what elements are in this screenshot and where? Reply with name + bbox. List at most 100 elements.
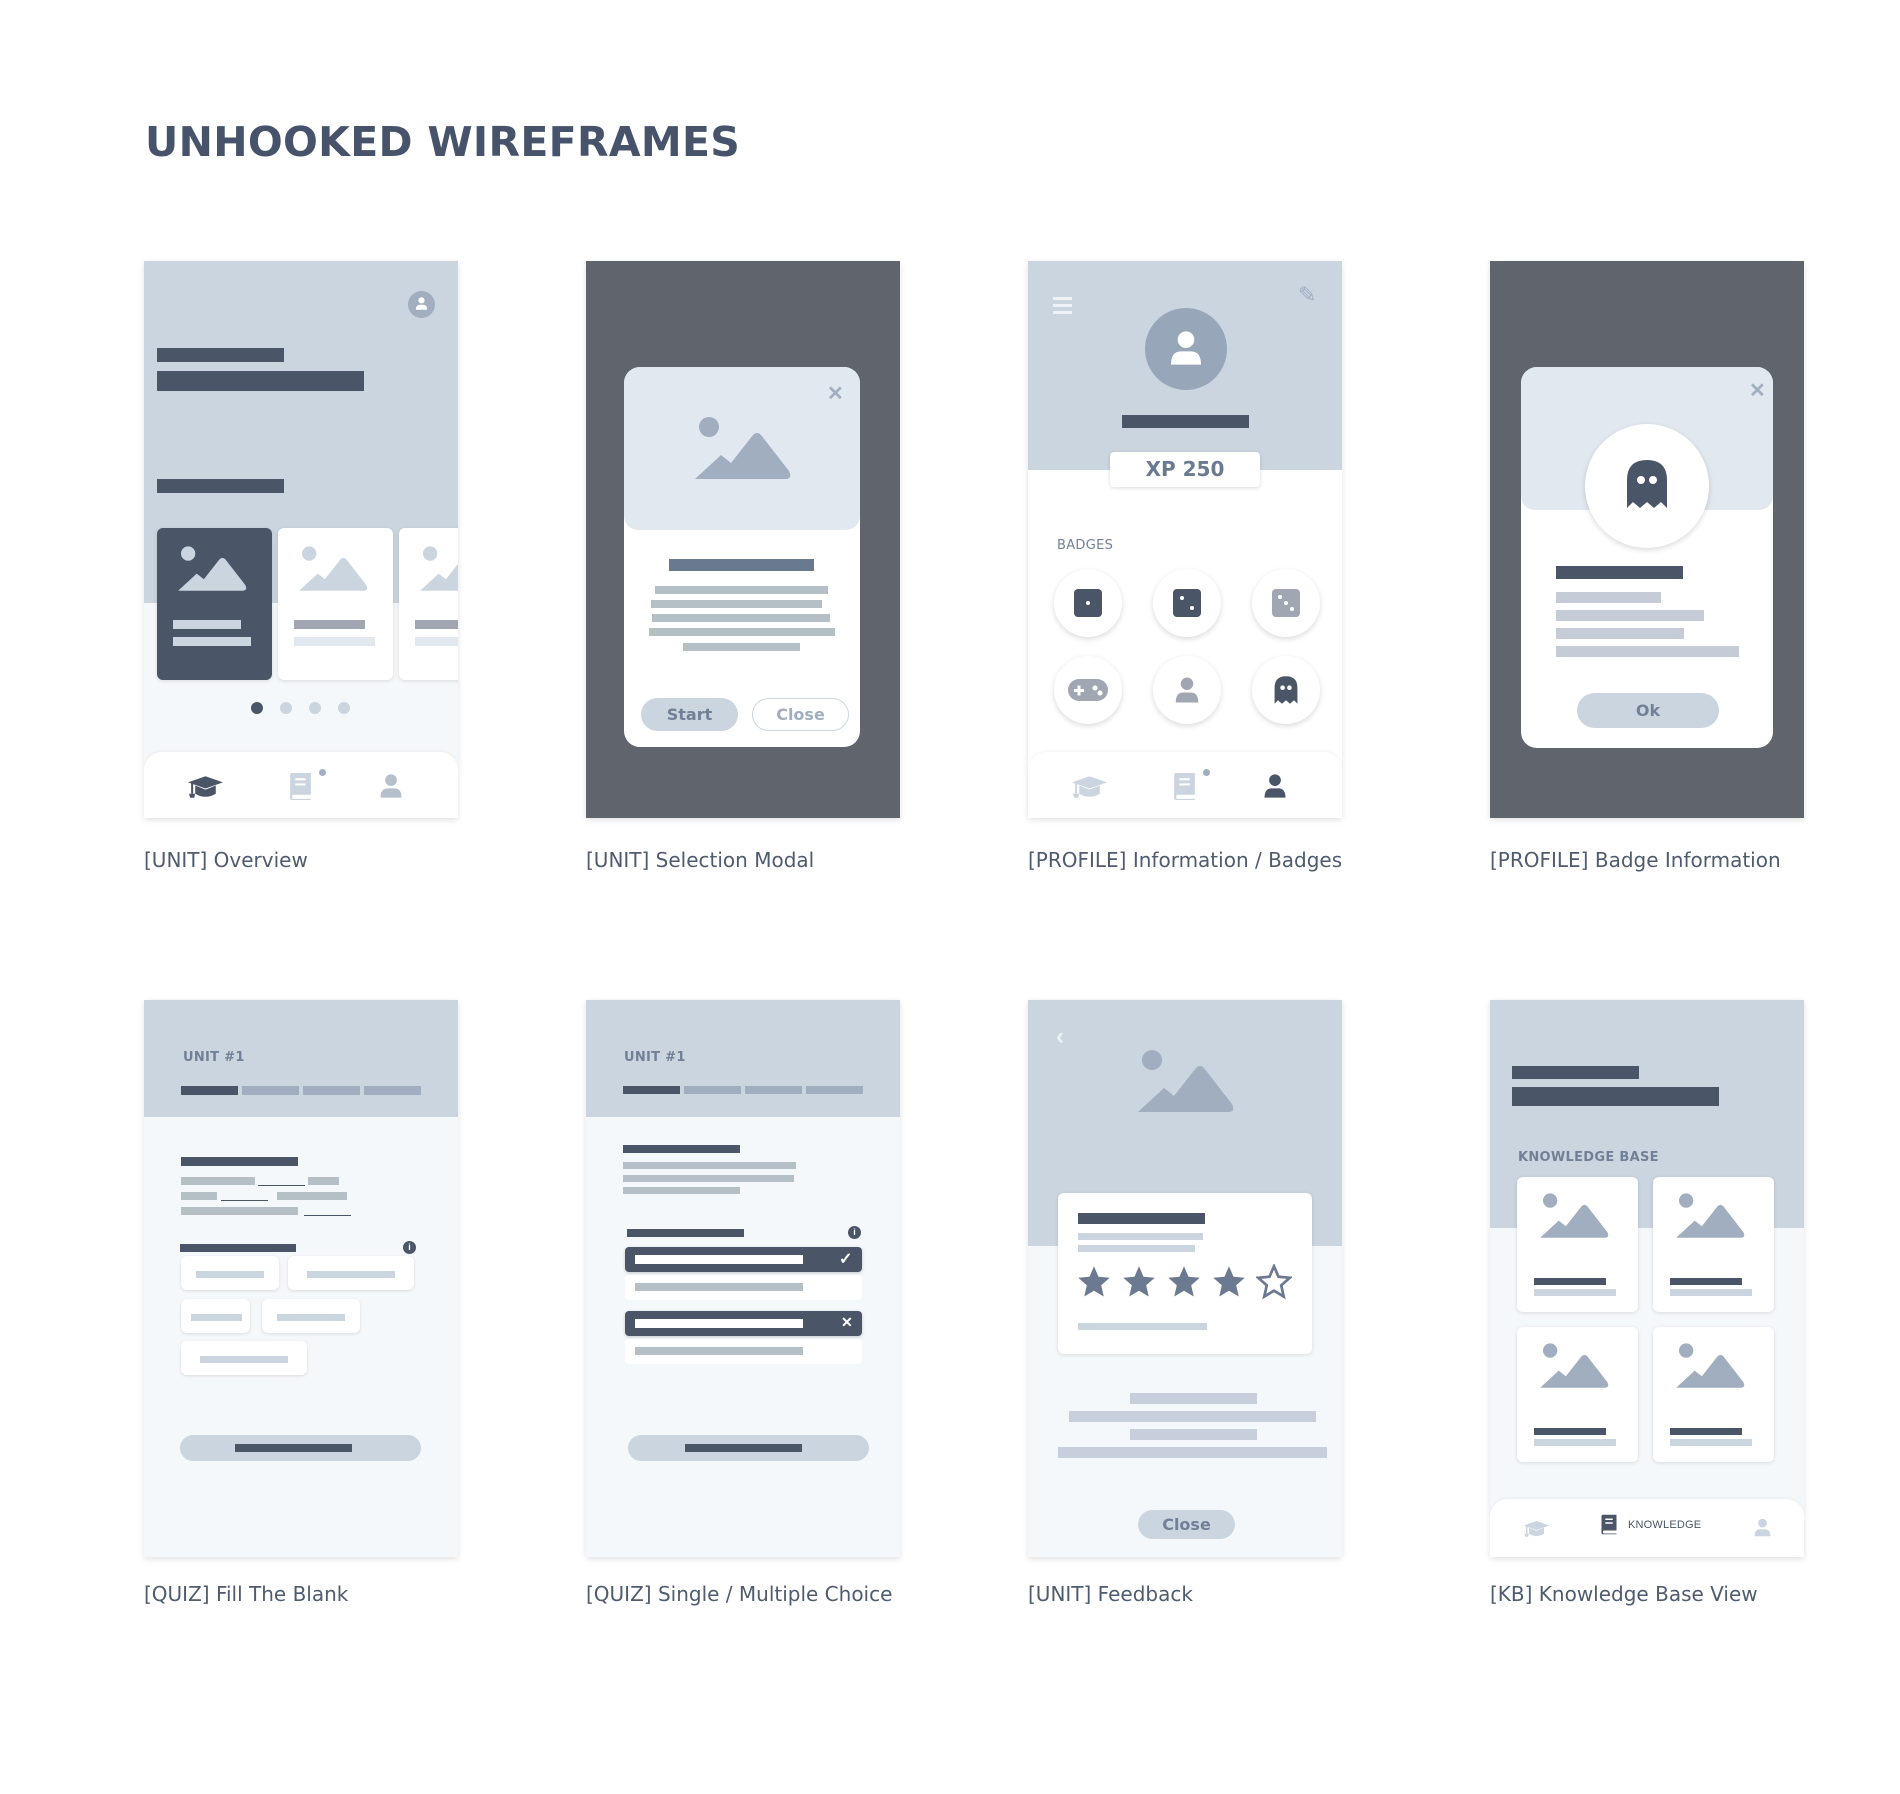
kb-article-card[interactable] xyxy=(1517,1327,1638,1462)
blank-input[interactable] xyxy=(258,1185,305,1186)
profile-avatar-button[interactable] xyxy=(408,291,435,318)
option-correct[interactable]: ✓ xyxy=(625,1247,862,1272)
badge-user[interactable] xyxy=(1153,656,1221,724)
info-icon[interactable]: i xyxy=(848,1226,861,1239)
close-button[interactable]: Close xyxy=(752,698,849,731)
carousel-dot[interactable] xyxy=(280,702,292,714)
text-placeholder xyxy=(277,1192,347,1200)
book-icon[interactable] xyxy=(288,772,313,801)
carousel-dot[interactable] xyxy=(309,702,321,714)
text-placeholder xyxy=(623,1187,740,1194)
option-text-placeholder xyxy=(635,1255,803,1264)
submit-button[interactable] xyxy=(628,1435,869,1461)
user-icon[interactable] xyxy=(377,772,405,800)
unit-card[interactable] xyxy=(278,528,393,680)
text-placeholder xyxy=(1078,1245,1195,1252)
frame-caption: [PROFILE] Badge Information xyxy=(1490,848,1781,872)
kb-article-card[interactable] xyxy=(1653,1327,1774,1462)
book-icon[interactable] xyxy=(1172,772,1197,801)
close-icon[interactable]: ✕ xyxy=(827,384,844,404)
answer-chip[interactable] xyxy=(181,1341,307,1375)
user-icon[interactable] xyxy=(1261,772,1289,800)
graduation-cap-icon[interactable] xyxy=(187,774,224,799)
text-placeholder xyxy=(181,1192,217,1200)
graduation-cap-icon[interactable] xyxy=(1523,1519,1550,1538)
info-icon[interactable]: i xyxy=(403,1241,416,1254)
image-placeholder-icon xyxy=(1535,1192,1611,1242)
close-button[interactable]: Close xyxy=(1138,1510,1235,1539)
start-button[interactable]: Start xyxy=(641,698,738,731)
answer-chip[interactable] xyxy=(262,1299,360,1333)
modal-title-placeholder xyxy=(669,559,814,571)
text-placeholder xyxy=(308,1177,339,1185)
answer-chip[interactable] xyxy=(181,1256,279,1290)
kb-article-card[interactable] xyxy=(1653,1177,1774,1312)
profile-avatar xyxy=(1145,308,1227,390)
ok-button[interactable]: Ok xyxy=(1577,693,1719,728)
submit-button[interactable] xyxy=(180,1435,421,1461)
progress-step-complete xyxy=(623,1086,680,1094)
gamepad-icon xyxy=(1068,679,1108,701)
option[interactable] xyxy=(625,1275,862,1300)
username-placeholder xyxy=(1122,415,1249,428)
bottom-nav xyxy=(1028,752,1342,818)
nav-item-knowledge[interactable]: KNOWLEDGE xyxy=(1600,1514,1701,1535)
carousel-dot-active[interactable] xyxy=(251,702,263,714)
blank-input[interactable] xyxy=(304,1215,351,1216)
image-placeholder-icon xyxy=(1671,1342,1747,1392)
close-icon[interactable]: ✕ xyxy=(1749,381,1766,401)
badge-dice-one[interactable] xyxy=(1054,569,1122,637)
unit-card[interactable] xyxy=(399,528,458,680)
image-placeholder-icon xyxy=(682,415,800,485)
kb-article-card[interactable] xyxy=(1517,1177,1638,1312)
text-line-placeholder xyxy=(652,614,830,622)
button-label-placeholder xyxy=(685,1444,802,1452)
star-rating[interactable] xyxy=(1076,1264,1292,1300)
text-placeholder xyxy=(623,1162,796,1169)
badge-dice-three[interactable] xyxy=(1252,569,1320,637)
graduation-cap-icon[interactable] xyxy=(1071,774,1108,799)
frame-unit-feedback: ‹ Close xyxy=(1028,1000,1342,1557)
answers-label-placeholder xyxy=(180,1244,296,1252)
frame-caption: [QUIZ] Fill The Blank xyxy=(144,1582,349,1606)
frame-caption: [PROFILE] Information / Badges xyxy=(1028,848,1343,872)
option[interactable] xyxy=(625,1339,862,1364)
image-placeholder-icon xyxy=(296,545,368,595)
back-chevron-icon[interactable]: ‹ xyxy=(1056,1023,1064,1051)
text-line-placeholder xyxy=(1556,592,1661,603)
star-filled-icon[interactable] xyxy=(1076,1264,1112,1300)
unit-card-active[interactable] xyxy=(157,528,272,680)
x-icon: ✕ xyxy=(841,1314,853,1330)
button-label-placeholder xyxy=(235,1444,352,1452)
badge-ghost[interactable] xyxy=(1252,656,1320,724)
star-filled-icon[interactable] xyxy=(1211,1264,1247,1300)
badge-circle xyxy=(1585,424,1709,548)
frame-profile-badges: ✎ XP 250 BADGES xyxy=(1028,261,1342,818)
subtitle-placeholder xyxy=(1512,1066,1639,1079)
frame-badge-information: ✕ Ok xyxy=(1490,261,1804,818)
blank-input[interactable] xyxy=(221,1200,268,1201)
rating-card xyxy=(1058,1193,1312,1354)
badge-gamepad[interactable] xyxy=(1054,656,1122,724)
text-placeholder xyxy=(623,1175,794,1182)
image-placeholder-icon xyxy=(417,545,458,595)
answer-chip[interactable] xyxy=(288,1256,414,1290)
card-text-placeholder xyxy=(1670,1439,1752,1446)
badge-dice-two[interactable] xyxy=(1153,569,1221,637)
option-text-placeholder xyxy=(635,1283,803,1291)
star-filled-icon[interactable] xyxy=(1166,1264,1202,1300)
carousel-dot[interactable] xyxy=(338,702,350,714)
answer-chip[interactable] xyxy=(181,1299,250,1333)
text-line-placeholder xyxy=(649,628,835,636)
frame-knowledge-base: KNOWLEDGE BASE KNOWLEDGE xyxy=(1490,1000,1804,1557)
progress-step xyxy=(745,1086,802,1094)
menu-icon[interactable] xyxy=(1053,297,1072,314)
user-icon[interactable] xyxy=(1752,1517,1773,1538)
progress-step xyxy=(806,1086,863,1094)
edit-pencil-icon[interactable]: ✎ xyxy=(1298,282,1316,308)
text-placeholder xyxy=(181,1177,255,1185)
star-empty-icon[interactable] xyxy=(1256,1264,1292,1300)
nav-label: KNOWLEDGE xyxy=(1628,1518,1702,1531)
star-filled-icon[interactable] xyxy=(1121,1264,1157,1300)
option-incorrect[interactable]: ✕ xyxy=(625,1311,862,1336)
